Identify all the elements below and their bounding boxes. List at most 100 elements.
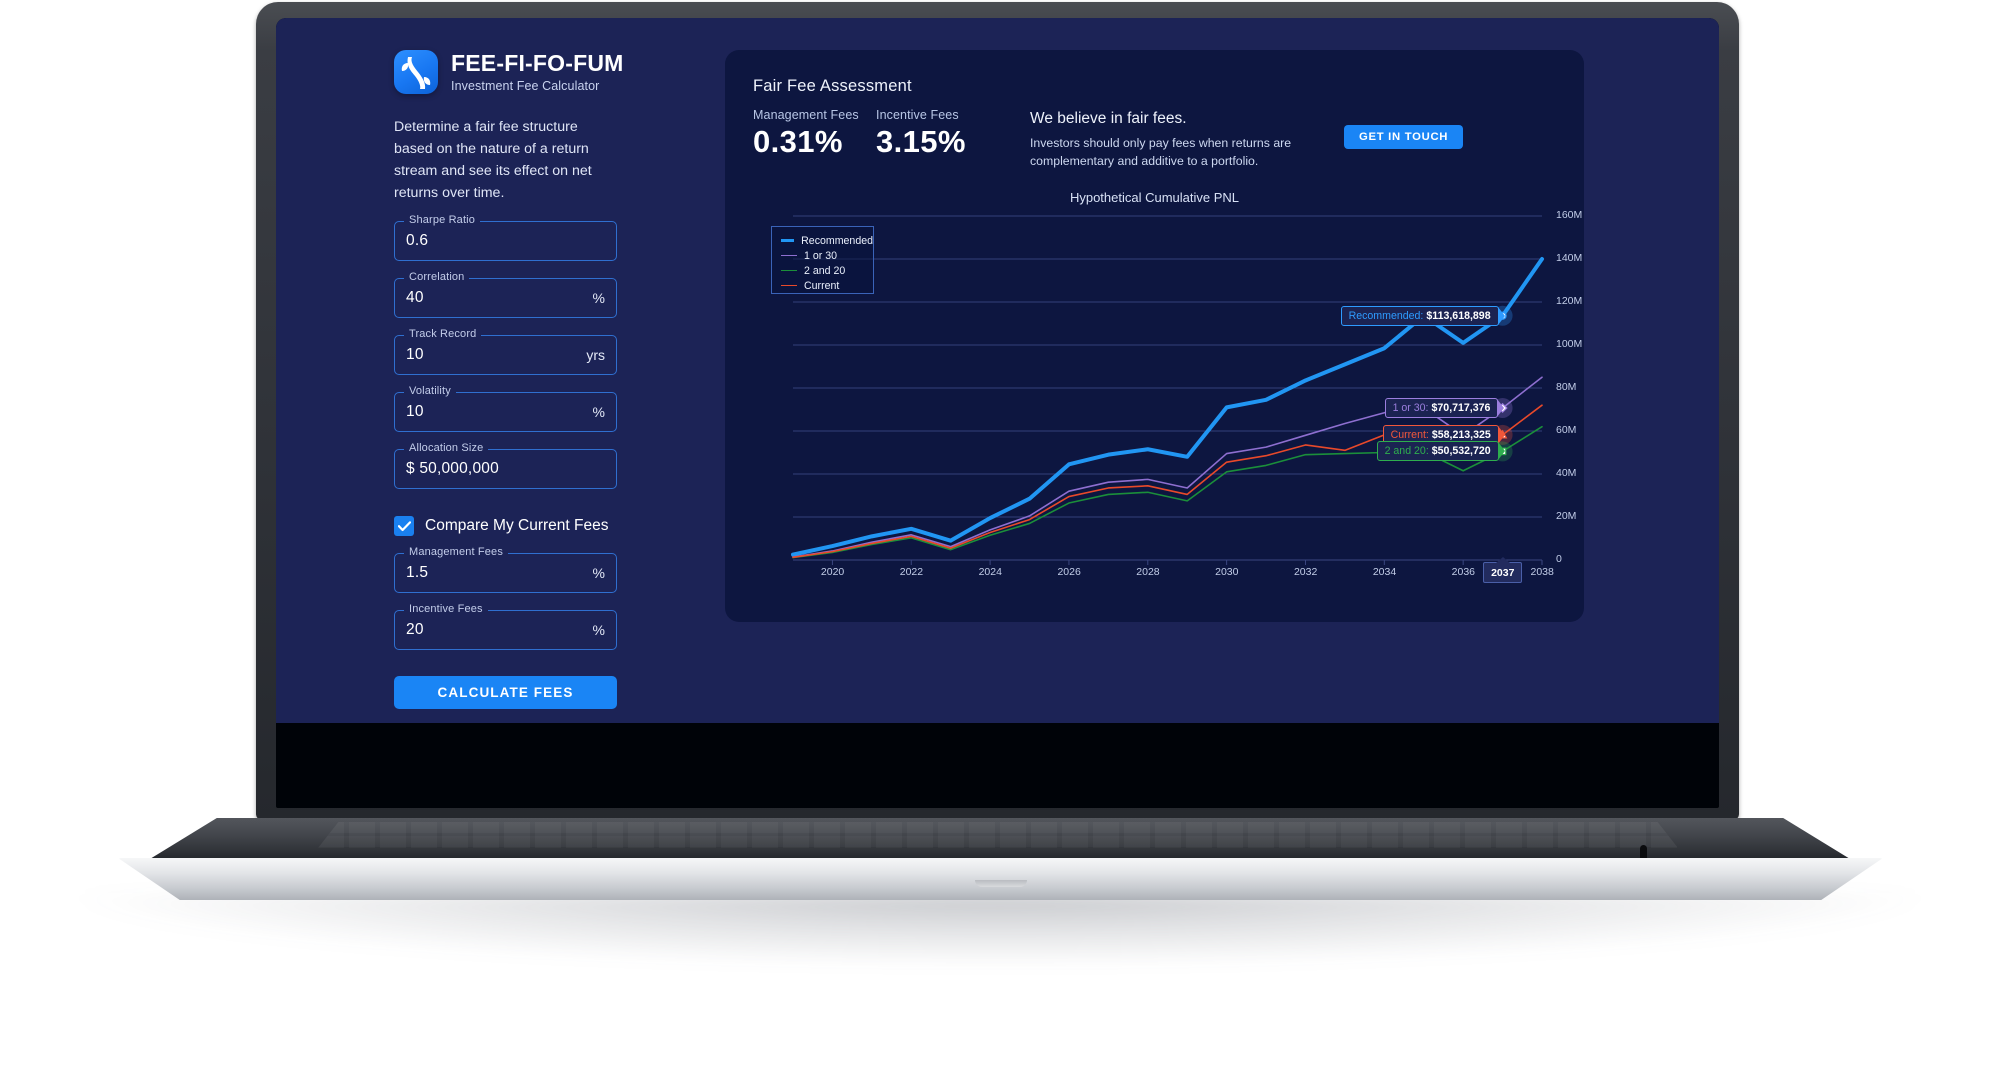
field-label: Correlation	[404, 271, 470, 283]
y-axis-tick-label: 40M	[1556, 467, 1577, 479]
tooltip-series-name: Recommended:	[1348, 309, 1424, 322]
field-label: Incentive Fees	[404, 603, 488, 615]
compare-fees-checkbox[interactable]	[394, 516, 414, 536]
x-axis-tick-label: 2034	[1372, 566, 1397, 578]
calculate-fees-button[interactable]: CALCULATE FEES	[394, 676, 617, 709]
input-field-management-fees[interactable]: Management Fees 1.5%	[394, 546, 617, 593]
field-label: Track Record	[404, 328, 482, 340]
tooltip-series-name: Current:	[1390, 428, 1429, 441]
field-value: 40	[406, 289, 424, 306]
brand-subtitle: Investment Fee Calculator	[451, 79, 600, 94]
stat-label: Incentive Fees	[876, 108, 959, 122]
field-suffix: %	[592, 622, 605, 638]
app-window: FEE-FI-FO-FUM Investment Fee Calculator …	[276, 18, 1719, 723]
legend-color-swatch	[781, 255, 797, 256]
legend-item-current[interactable]: Current	[781, 278, 873, 293]
field-label: Sharpe Ratio	[404, 214, 481, 226]
input-field-volatility[interactable]: Volatility 10%	[394, 385, 617, 432]
legend-label: 1 or 30	[804, 249, 837, 262]
input-field-track-record[interactable]: Track Record 10 yrs	[394, 328, 617, 375]
y-axis-tick-label: 0	[1556, 553, 1562, 565]
legend-item-2-and-20[interactable]: 2 and 20	[781, 263, 873, 278]
y-axis-tick-label: 160M	[1556, 209, 1583, 221]
input-field-allocation-size[interactable]: Allocation Size $ 50,000,000	[394, 442, 617, 489]
x-axis-tick-label: 2038	[1530, 566, 1554, 578]
x-axis-tick-label: 2028	[1136, 566, 1160, 578]
field-value: 0.6	[406, 232, 429, 249]
x-axis-tick-label: 2022	[899, 566, 924, 578]
pitch-body: Investors should only pay fees when retu…	[1030, 136, 1292, 168]
field-value: 1.5	[406, 564, 429, 581]
fair-fee-panel: Fair Fee Assessment Management Fees 0.31…	[725, 50, 1584, 622]
tooltip-value: $58,213,325	[1431, 428, 1491, 441]
laptop-screen: FEE-FI-FO-FUM Investment Fee Calculator …	[276, 18, 1719, 808]
chart-legend: Recommended 1 or 30 2 and 20 Current	[771, 226, 874, 294]
laptop-front-edge	[118, 858, 1883, 900]
stat-label: Management Fees	[753, 108, 859, 122]
panel-title: Fair Fee Assessment	[753, 77, 912, 95]
x-axis-tick-label: 2026	[1057, 566, 1081, 578]
stat-incentive-fees: Incentive Fees 3.15%	[876, 108, 966, 160]
input-field-incentive-fees[interactable]: Incentive Fees 20%	[394, 603, 617, 650]
input-fields-group: Sharpe Ratio 0.6 Correlation 40% Track Recor…	[394, 214, 694, 489]
get-in-touch-button[interactable]: GET IN TOUCH	[1344, 125, 1464, 149]
intro-blurb: Determine a fair fee structure based on …	[394, 119, 592, 201]
x-axis-hover-label: 2037	[1483, 562, 1523, 583]
y-axis-tick-label: 20M	[1556, 510, 1577, 522]
app-logo-icon	[394, 50, 438, 94]
laptop-shadow	[80, 893, 1920, 965]
field-label: Management Fees	[404, 546, 508, 558]
field-suffix: %	[592, 290, 605, 306]
tooltip-value: $50,532,720	[1431, 445, 1491, 458]
field-suffix: %	[592, 565, 605, 581]
compare-fees-checkbox-row[interactable]: Compare My Current Fees	[394, 516, 694, 536]
legend-color-swatch	[781, 270, 797, 271]
legend-label: Current	[804, 279, 840, 292]
pitch-heading: We believe in fair fees.	[1030, 110, 1187, 127]
laptop-keyboard	[318, 822, 1678, 848]
check-icon	[397, 520, 411, 531]
y-axis-tick-label: 100M	[1556, 338, 1583, 350]
tooltip-recommended: Recommended: $113,618,898	[1340, 305, 1499, 326]
brand-title: FEE-FI-FO-FUM	[451, 49, 624, 76]
stat-management-fees: Management Fees 0.31%	[753, 108, 859, 160]
field-suffix: yrs	[586, 347, 605, 363]
tooltip-1-or-30: 1 or 30: $70,717,376	[1384, 397, 1499, 418]
legend-item-recommended[interactable]: Recommended	[781, 233, 873, 248]
tooltip-series-name: 2 and 20:	[1384, 445, 1429, 458]
field-value: 20	[406, 621, 424, 638]
brand: FEE-FI-FO-FUM Investment Fee Calculator	[394, 50, 694, 94]
legend-item-1-or-30[interactable]: 1 or 30	[781, 248, 873, 263]
x-axis-tick-label: 2020	[820, 566, 845, 578]
y-axis-tick-label: 80M	[1556, 381, 1577, 393]
y-axis-tick-label: 140M	[1556, 252, 1583, 264]
legend-color-swatch	[781, 285, 797, 286]
tooltip-value: $70,717,376	[1431, 401, 1491, 414]
legend-color-swatch	[781, 239, 795, 242]
field-value: 10	[406, 403, 424, 420]
pitch-block: We believe in fair fees. Investors shoul…	[1030, 110, 1325, 171]
cumulative-pnl-chart: Hypothetical Cumulative PNL Recommended 1…	[725, 190, 1584, 610]
legend-label: 2 and 20	[804, 264, 846, 277]
legend-label: Recommended	[801, 234, 873, 247]
stat-value: 0.31%	[753, 124, 843, 159]
tooltip-2-and-20: 2 and 20: $50,532,720	[1376, 441, 1499, 462]
x-axis-tick-label: 2024	[978, 566, 1002, 578]
field-label: Volatility	[404, 385, 456, 397]
chart-title: Hypothetical Cumulative PNL	[1069, 190, 1240, 205]
tooltip-series-name: 1 or 30:	[1392, 401, 1429, 414]
x-axis-tick-label: 2030	[1215, 566, 1239, 578]
field-suffix: %	[592, 404, 605, 420]
sidebar: FEE-FI-FO-FUM Investment Fee Calculator …	[394, 50, 694, 709]
stat-value: 3.15%	[876, 124, 966, 159]
input-field-correlation[interactable]: Correlation 40%	[394, 271, 617, 318]
compare-fees-label: Compare My Current Fees	[425, 517, 609, 534]
tooltip-value: $113,618,898	[1426, 309, 1491, 322]
field-value: 10	[406, 346, 424, 363]
input-field-sharpe-ratio[interactable]: Sharpe Ratio 0.6	[394, 214, 617, 261]
y-axis-tick-label: 60M	[1556, 424, 1577, 436]
laptop-notch	[975, 880, 1027, 887]
field-label: Allocation Size	[404, 442, 489, 454]
screenshot-stage: FEE-FI-FO-FUM Investment Fee Calculator …	[0, 0, 2000, 1073]
compare-fields-group: Management Fees 1.5% Incentive Fees 20%	[394, 546, 694, 650]
